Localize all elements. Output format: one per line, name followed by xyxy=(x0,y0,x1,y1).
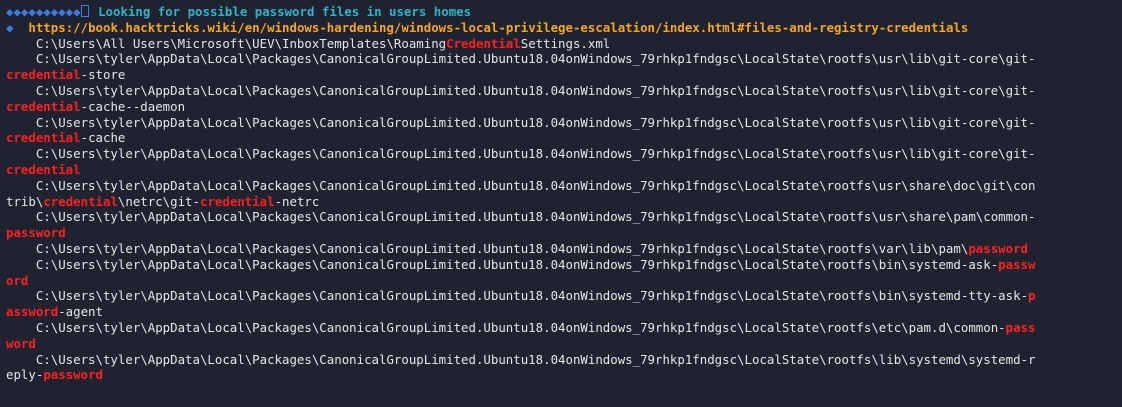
file-path-text: eply- xyxy=(6,367,44,383)
result-line: C:\Users\tyler\AppData\Local\Packages\Ca… xyxy=(6,257,1116,273)
highlighted-keyword: passw xyxy=(998,256,1036,272)
result-line: C:\Users\tyler\AppData\Local\Packages\Ca… xyxy=(6,178,1116,194)
highlighted-keyword: credential xyxy=(43,193,118,209)
highlighted-keyword: credential xyxy=(6,67,81,83)
highlighted-keyword: credential xyxy=(6,98,81,114)
file-path-text: C:\Users\tyler\AppData\Local\Packages\Ca… xyxy=(6,288,1028,304)
result-line: C:\Users\tyler\AppData\Local\Packages\Ca… xyxy=(6,352,1116,368)
file-path-text: C:\Users\tyler\AppData\Local\Packages\Ca… xyxy=(6,82,1036,98)
highlighted-keyword: credential xyxy=(199,193,275,209)
result-line: eply-password xyxy=(6,367,1116,383)
section-title: Looking for possible password files in u… xyxy=(98,4,472,19)
highlighted-keyword: assword xyxy=(6,304,59,320)
reference-line: ◆ https://book.hacktricks.wiki/en/window… xyxy=(6,20,1116,36)
file-path-text: Settings.xml xyxy=(520,35,611,51)
file-path-text: C:\Users\All Users\Microsoft\UEV\InboxTe… xyxy=(6,35,447,51)
file-path-text: -agent xyxy=(58,304,103,320)
highlighted-keyword: credential xyxy=(6,161,81,177)
diamond-bullet-icon: ◆ xyxy=(6,19,14,35)
highlighted-keyword: word xyxy=(6,335,36,351)
diamond-bullets-icon: ◆◆◆◆◆◆◆◆◆◆ xyxy=(6,4,81,19)
result-line: C:\Users\tyler\AppData\Local\Packages\Ca… xyxy=(6,115,1116,131)
result-line: credential-cache--daemon xyxy=(6,99,1116,115)
highlighted-keyword: Credential xyxy=(446,35,521,51)
result-line: credential-cache xyxy=(6,130,1116,146)
file-path-text: C:\Users\tyler\AppData\Local\Packages\Ca… xyxy=(6,114,1036,130)
file-path-text: trib\ xyxy=(6,193,44,209)
file-path-text: -store xyxy=(80,67,126,83)
result-line: C:\Users\tyler\AppData\Local\Packages\Ca… xyxy=(6,320,1116,336)
file-path-text: -cache--daemon xyxy=(80,98,186,114)
highlighted-keyword: password xyxy=(43,367,103,383)
file-path-text: C:\Users\tyler\AppData\Local\Packages\Ca… xyxy=(6,240,969,256)
result-lines: C:\Users\All Users\Microsoft\UEV\InboxTe… xyxy=(6,36,1116,384)
file-path-text: -cache xyxy=(80,130,126,146)
result-line: credential-store xyxy=(6,67,1116,83)
file-path-text: C:\Users\tyler\AppData\Local\Packages\Ca… xyxy=(6,256,999,272)
result-line: C:\Users\tyler\AppData\Local\Packages\Ca… xyxy=(6,209,1116,225)
terminal-output: ◆◆◆◆◆◆◆◆◆◆ Looking for possible password… xyxy=(0,0,1122,407)
section-header: ◆◆◆◆◆◆◆◆◆◆ Looking for possible password… xyxy=(6,4,1116,20)
highlighted-keyword: credential xyxy=(6,130,81,146)
unknown-glyph-box-icon xyxy=(80,5,89,17)
result-line: trib\credential\netrc\git-credential-net… xyxy=(6,194,1116,210)
reference-url[interactable]: https://book.hacktricks.wiki/en/windows-… xyxy=(28,20,968,35)
result-line: password xyxy=(6,225,1116,241)
result-line: C:\Users\tyler\AppData\Local\Packages\Ca… xyxy=(6,288,1116,304)
result-line: ord xyxy=(6,273,1116,289)
file-path-text: C:\Users\tyler\AppData\Local\Packages\Ca… xyxy=(6,209,1036,225)
file-path-text: \netrc\git- xyxy=(117,193,200,209)
result-line: C:\Users\tyler\AppData\Local\Packages\Ca… xyxy=(6,146,1116,162)
file-path-text: C:\Users\tyler\AppData\Local\Packages\Ca… xyxy=(6,51,1036,67)
result-line: assword-agent xyxy=(6,304,1116,320)
highlighted-keyword: password xyxy=(6,225,66,241)
result-line: C:\Users\tyler\AppData\Local\Packages\Ca… xyxy=(6,83,1116,99)
highlighted-keyword: ord xyxy=(6,272,29,288)
highlighted-keyword: p xyxy=(1028,288,1036,304)
result-line: word xyxy=(6,336,1116,352)
file-path-text: C:\Users\tyler\AppData\Local\Packages\Ca… xyxy=(6,146,1036,162)
result-line: C:\Users\All Users\Microsoft\UEV\InboxTe… xyxy=(6,36,1116,52)
result-line: C:\Users\tyler\AppData\Local\Packages\Ca… xyxy=(6,51,1116,67)
file-path-text: C:\Users\tyler\AppData\Local\Packages\Ca… xyxy=(6,177,1036,193)
result-line: credential xyxy=(6,162,1116,178)
result-line: C:\Users\tyler\AppData\Local\Packages\Ca… xyxy=(6,241,1116,257)
highlighted-keyword: password xyxy=(968,240,1029,256)
file-path-text: C:\Users\tyler\AppData\Local\Packages\Ca… xyxy=(6,319,1006,335)
highlighted-keyword: pass xyxy=(1005,319,1036,335)
file-path-text: C:\Users\tyler\AppData\Local\Packages\Ca… xyxy=(6,351,1036,367)
file-path-text: -netrc xyxy=(274,193,320,209)
